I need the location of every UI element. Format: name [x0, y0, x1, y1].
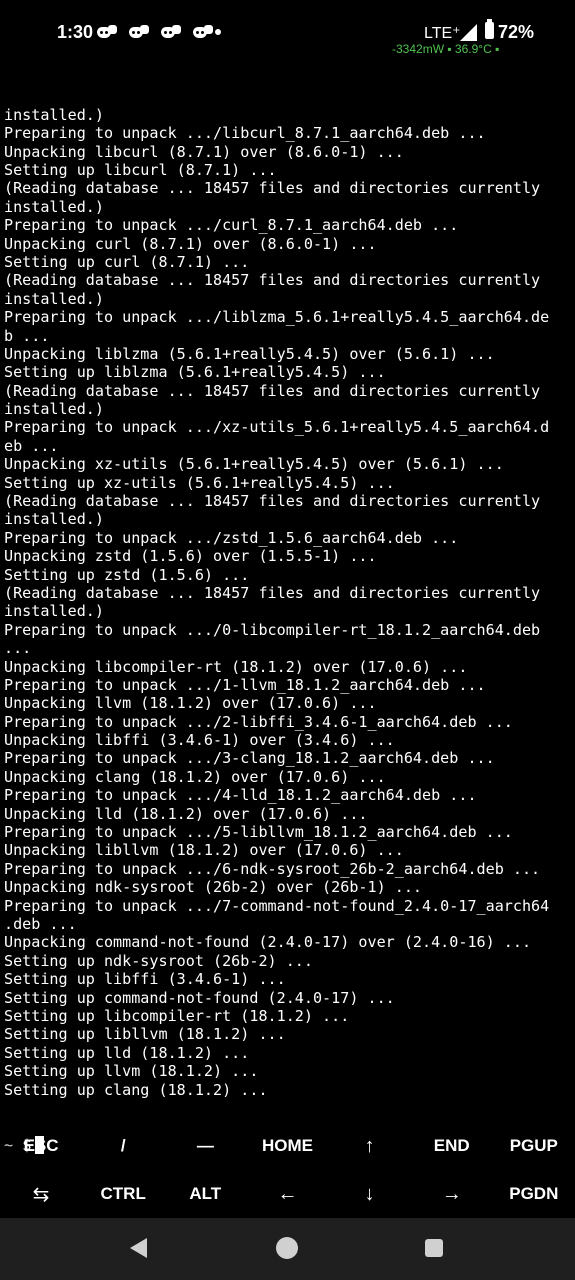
- battery-percent: 72%: [498, 22, 535, 42]
- terminal-line: eb ...: [4, 436, 59, 455]
- terminal-line: Preparing to unpack .../libcurl_8.7.1_aa…: [4, 124, 486, 143]
- terminal-line: installed.): [4, 105, 104, 124]
- terminal-line: Unpacking libllvm (18.1.2) over (17.0.6)…: [4, 841, 404, 860]
- terminal-line: Preparing to unpack .../6-ndk-sysroot_26…: [4, 859, 541, 878]
- terminal-line: installed.): [4, 400, 104, 419]
- more-notifications-dot-icon: [215, 29, 221, 35]
- terminal-line: Unpacking libcurl (8.7.1) over (8.6.0-1)…: [4, 142, 404, 161]
- terminal-line: Preparing to unpack .../4-lld_18.1.2_aar…: [4, 786, 477, 805]
- key-right-arrow-icon[interactable]: →: [411, 1170, 493, 1218]
- terminal-line: Preparing to unpack .../2-libffi_3.4.6-1…: [4, 712, 513, 731]
- terminal-line: Preparing to unpack .../xz-utils_5.6.1+r…: [4, 418, 550, 437]
- terminal-line: Unpacking zstd (1.5.6) over (1.5.5-1) ..…: [4, 547, 377, 566]
- key-pgup[interactable]: PGUP: [493, 1122, 575, 1170]
- terminal-line: Setting up libcompiler-rt (18.1.2) ...: [4, 1006, 350, 1025]
- status-bar: 1:30 LTE⁺ 72% -3342mW ▪ 36.9°C ▪: [0, 0, 575, 66]
- terminal-line: installed.): [4, 289, 104, 308]
- clock: 1:30: [57, 22, 94, 42]
- navigation-bar: [0, 1218, 575, 1280]
- discord-icon: [129, 25, 149, 39]
- terminal-line: Preparing to unpack .../7-command-not-fo…: [4, 896, 550, 915]
- terminal-line: Preparing to unpack .../3-clang_18.1.2_a…: [4, 749, 495, 768]
- recents-icon[interactable]: [425, 1239, 443, 1257]
- terminal-line: Preparing to unpack .../5-libllvm_18.1.2…: [4, 823, 513, 842]
- terminal-line: (Reading database ... 18457 files and di…: [4, 179, 541, 198]
- terminal-output[interactable]: installed.) Preparing to unpack .../libcu…: [4, 69, 575, 1173]
- terminal-line: .deb ...: [4, 915, 77, 933]
- terminal-line: Unpacking lld (18.1.2) over (17.0.6) ...: [4, 804, 368, 823]
- back-icon[interactable]: [130, 1238, 147, 1258]
- terminal-line: Unpacking clang (18.1.2) over (17.0.6) .…: [4, 767, 386, 786]
- terminal-line: Unpacking ndk-sysroot (26b-2) over (26b-…: [4, 878, 423, 897]
- terminal-line: Setting up ndk-sysroot (26b-2) ...: [4, 951, 313, 970]
- terminal-line: Unpacking curl (8.7.1) over (8.6.0-1) ..…: [4, 234, 377, 253]
- terminal-line: Setting up curl (8.7.1) ...: [4, 252, 250, 271]
- terminal-line: (Reading database ... 18457 files and di…: [4, 492, 541, 511]
- terminal-line: installed.): [4, 510, 104, 529]
- terminal-line: Setting up lld (18.1.2) ...: [4, 1043, 250, 1062]
- terminal-line: ...: [4, 639, 32, 658]
- terminal-line: Unpacking llvm (18.1.2) over (17.0.6) ..…: [4, 694, 377, 713]
- key-esc[interactable]: ESC: [0, 1122, 82, 1170]
- extra-keys-row-2: ⇆ CTRL ALT ← ↓ → PGDN: [0, 1170, 575, 1218]
- key-alt[interactable]: ALT: [164, 1170, 246, 1218]
- terminal-line: Setting up libffi (3.4.6-1) ...: [4, 970, 286, 989]
- power-info: -3342mW ▪ 36.9°C ▪: [392, 42, 500, 56]
- terminal-line: Setting up clang (18.1.2) ...: [4, 1080, 268, 1099]
- terminal-line: Setting up llvm (18.1.2) ...: [4, 1062, 259, 1081]
- terminal-line: Preparing to unpack .../1-llvm_18.1.2_aa…: [4, 675, 486, 694]
- terminal-line: (Reading database ... 18457 files and di…: [4, 271, 541, 290]
- terminal-line: installed.): [4, 602, 104, 621]
- key-dash[interactable]: —: [164, 1122, 246, 1170]
- terminal-line: Setting up liblzma (5.6.1+really5.4.5) .…: [4, 363, 386, 382]
- key-slash[interactable]: /: [82, 1122, 164, 1170]
- battery-icon: [485, 22, 494, 39]
- discord-icon: [193, 25, 213, 39]
- terminal-line: Setting up xz-utils (5.6.1+really5.4.5) …: [4, 473, 395, 492]
- home-icon[interactable]: [276, 1237, 298, 1259]
- notification-icons: [97, 25, 213, 39]
- discord-icon: [161, 25, 181, 39]
- discord-icon: [97, 25, 117, 39]
- key-tab-icon[interactable]: ⇆: [0, 1170, 82, 1218]
- terminal-line: Unpacking liblzma (5.6.1+really5.4.5) ov…: [4, 344, 495, 363]
- signal-icon: [460, 24, 477, 41]
- terminal-lines: installed.) Preparing to unpack .../libcu…: [4, 106, 575, 1099]
- key-left-arrow-icon[interactable]: ←: [246, 1170, 328, 1218]
- key-home[interactable]: HOME: [246, 1122, 328, 1170]
- terminal-line: (Reading database ... 18457 files and di…: [4, 381, 541, 400]
- terminal-line: b ...: [4, 326, 50, 345]
- network-type: LTE⁺: [424, 25, 461, 42]
- terminal-line: Unpacking xz-utils (5.6.1+really5.4.5) o…: [4, 455, 504, 474]
- terminal-line: Preparing to unpack .../liblzma_5.6.1+re…: [4, 308, 550, 327]
- key-down-arrow-icon[interactable]: ↓: [329, 1170, 411, 1218]
- terminal-line: Setting up command-not-found (2.4.0-17) …: [4, 988, 395, 1007]
- terminal-line: Setting up zstd (1.5.6) ...: [4, 565, 250, 584]
- terminal-line: Unpacking libcompiler-rt (18.1.2) over (…: [4, 657, 468, 676]
- terminal-line: Setting up libllvm (18.1.2) ...: [4, 1025, 286, 1044]
- key-end[interactable]: END: [411, 1122, 493, 1170]
- terminal-line: Preparing to unpack .../curl_8.7.1_aarch…: [4, 216, 459, 235]
- terminal-line: installed.): [4, 197, 104, 216]
- terminal-line: Setting up libcurl (8.7.1) ...: [4, 160, 277, 179]
- key-up-arrow-icon[interactable]: ↑: [329, 1122, 411, 1170]
- terminal-line: Unpacking libffi (3.4.6-1) over (3.4.6) …: [4, 731, 395, 750]
- extra-keys-bar: ESC / — HOME ↑ END PGUP ⇆ CTRL ALT ← ↓ →…: [0, 1122, 575, 1218]
- key-pgdn[interactable]: PGDN: [493, 1170, 575, 1218]
- extra-keys-row-1: ESC / — HOME ↑ END PGUP: [0, 1122, 575, 1170]
- key-ctrl[interactable]: CTRL: [82, 1170, 164, 1218]
- terminal-line: Preparing to unpack .../0-libcompiler-rt…: [4, 620, 541, 639]
- terminal-line: Unpacking command-not-found (2.4.0-17) o…: [4, 933, 532, 952]
- terminal-line: Preparing to unpack .../zstd_1.5.6_aarch…: [4, 528, 459, 547]
- terminal-line: (Reading database ... 18457 files and di…: [4, 583, 541, 602]
